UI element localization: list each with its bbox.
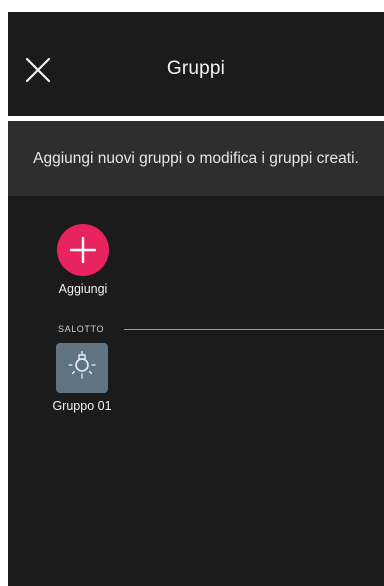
plus-icon [69, 236, 97, 264]
app-header: Gruppi [8, 12, 384, 116]
section-header-salotto: SALOTTO [58, 322, 384, 336]
section-divider [124, 329, 384, 330]
group-label: Gruppo 01 [52, 399, 112, 413]
app-screen: Gruppi Aggiungi nuovi gruppi o modifica … [8, 12, 384, 586]
page-title: Gruppi [166, 58, 226, 79]
info-banner-text: Aggiungi nuovi gruppi o modifica i grupp… [33, 149, 359, 167]
add-circle[interactable] [57, 224, 109, 276]
group-tile-gruppo-01[interactable]: Gruppo 01 [40, 343, 124, 419]
section-title: SALOTTO [58, 324, 105, 334]
group-icon-box[interactable] [56, 343, 108, 393]
light-bulb-icon [68, 351, 96, 379]
add-group-label: Aggiungi [58, 282, 108, 296]
info-banner: Aggiungi nuovi gruppi o modifica i grupp… [8, 121, 384, 196]
groups-content: Aggiungi SALOTTO Gruppo 01 [8, 196, 384, 586]
add-group-button[interactable]: Aggiungi [48, 224, 118, 296]
